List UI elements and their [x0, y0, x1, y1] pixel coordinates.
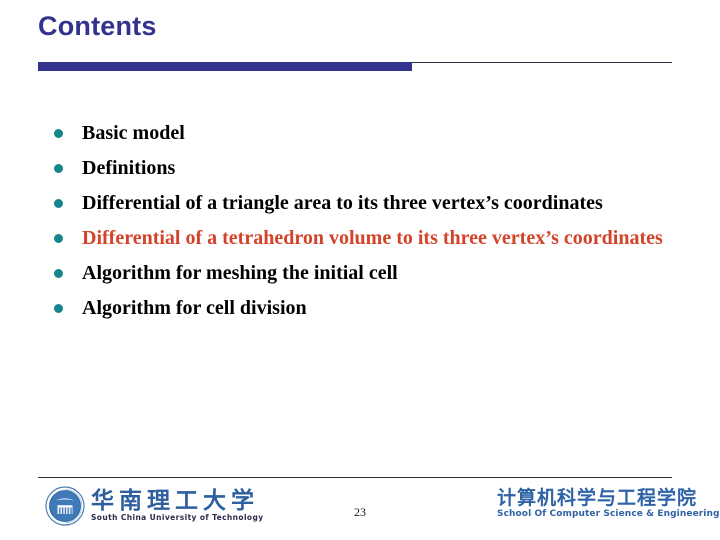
- bullet-dot-icon: [54, 164, 63, 173]
- list-item-label: Differential of a tetrahedron volume to …: [82, 227, 663, 249]
- list-item-label: Basic model: [82, 122, 185, 144]
- list-item-label: Definitions: [82, 157, 176, 179]
- school-logo: 计算机科学与工程学院 School Of Computer Science & …: [497, 488, 720, 520]
- school-name-english: School Of Computer Science & Engineering: [497, 509, 720, 519]
- slide: Contents Basic model Definitions Differe…: [0, 0, 720, 540]
- bullet-dot-icon: [54, 304, 63, 313]
- list-item: Differential of a triangle area to its t…: [46, 188, 676, 219]
- bullet-dot-icon: [54, 234, 63, 243]
- list-item-highlighted: Differential of a tetrahedron volume to …: [46, 223, 676, 254]
- list-item: Algorithm for cell division: [46, 293, 676, 324]
- school-name-chinese: 计算机科学与工程学院: [497, 487, 698, 509]
- bullet-dot-icon: [54, 199, 63, 208]
- list-item-label: Differential of a triangle area to its t…: [82, 192, 603, 214]
- list-item: Basic model: [46, 118, 676, 149]
- title-accent-bar: [38, 62, 412, 71]
- page-title: Contents: [38, 11, 157, 41]
- contents-list: Basic model Definitions Differential of …: [46, 118, 676, 328]
- bullet-dot-icon: [54, 269, 63, 278]
- list-item: Definitions: [46, 153, 676, 184]
- list-item: Algorithm for meshing the initial cell: [46, 258, 676, 289]
- footer-divider-line: [38, 477, 672, 478]
- list-item-label: Algorithm for meshing the initial cell: [82, 262, 398, 284]
- slide-footer: 华南理工大学 South China University of Technol…: [0, 483, 720, 538]
- list-item-label: Algorithm for cell division: [82, 297, 307, 319]
- bullet-dot-icon: [54, 129, 63, 138]
